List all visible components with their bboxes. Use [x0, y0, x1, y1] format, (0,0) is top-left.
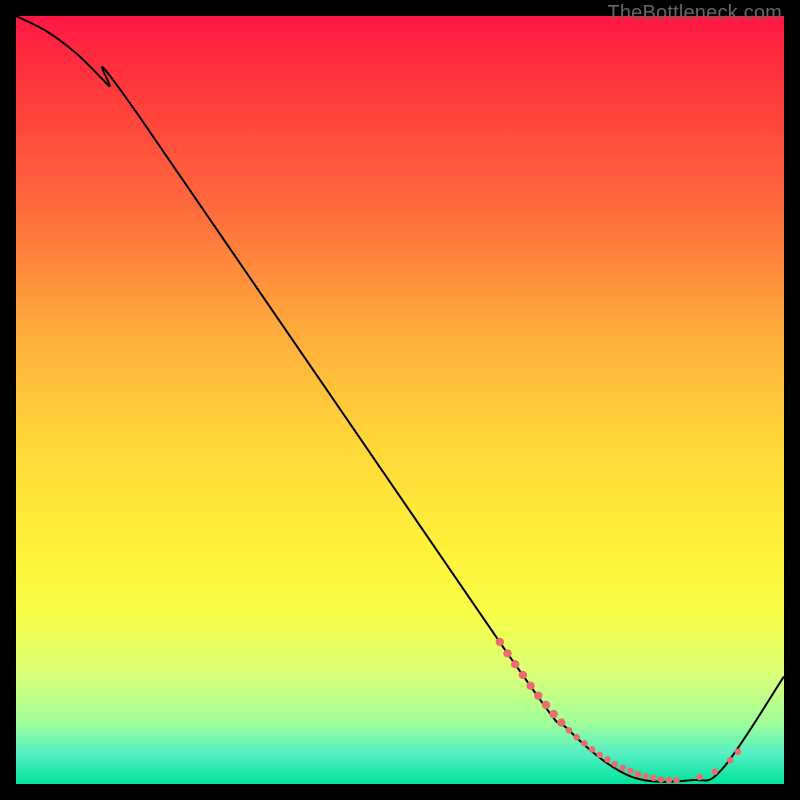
marker-dot [526, 681, 534, 689]
marker-dot [627, 768, 634, 775]
marker-dot [549, 710, 557, 718]
marker-dot [635, 771, 642, 778]
marker-dot [619, 765, 626, 772]
marker-dot [566, 727, 573, 734]
marker-dot [712, 768, 719, 775]
marker-dot [589, 746, 596, 753]
marker-dot [650, 775, 657, 782]
marker-dot [727, 757, 734, 764]
marker-dot [503, 649, 511, 657]
marker-dot [511, 660, 519, 668]
marker-dot [735, 748, 742, 755]
marker-dot [542, 701, 550, 709]
marker-dot [557, 718, 565, 726]
chart-background [16, 16, 784, 784]
marker-dot [519, 671, 527, 679]
marker-dot [673, 777, 680, 784]
marker-dot [604, 756, 611, 763]
marker-dot [496, 638, 504, 646]
marker-dot [581, 740, 588, 747]
chart-svg [16, 16, 784, 784]
marker-dot [612, 761, 619, 768]
marker-dot [596, 752, 603, 759]
marker-dot [573, 734, 580, 741]
marker-dot [658, 776, 665, 783]
watermark-text: TheBottleneck.com [607, 2, 782, 25]
marker-dot [696, 774, 703, 781]
marker-dot [534, 691, 542, 699]
marker-dot [666, 777, 673, 784]
chart-plot-area [16, 16, 784, 784]
marker-dot [642, 773, 649, 780]
